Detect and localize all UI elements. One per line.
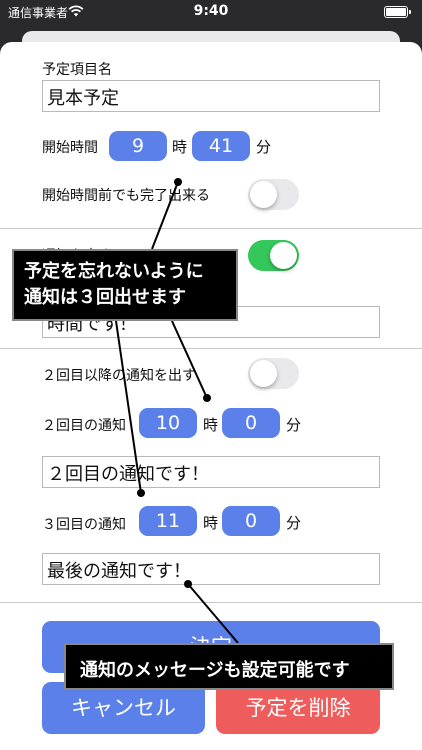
second-hour-field[interactable]: 10 [139,408,197,438]
hour-unit: 時 [203,416,219,434]
start-hour-field[interactable]: 9 [109,131,167,161]
second-minute-field[interactable]: 0 [222,408,280,438]
early-complete-toggle[interactable] [248,179,299,210]
third-message-field[interactable]: 最後の通知です！ [42,553,380,585]
early-complete-label: 開始時間前でも完了出来る [42,188,210,204]
clock: 9:40 [193,3,229,19]
name-field[interactable]: 見本予定 [42,80,380,112]
name-label: 予定項目名 [42,62,112,78]
second-message-field[interactable]: ２回目の通知です！ [42,456,380,488]
hour-unit: 時 [203,514,219,532]
hour-unit: 時 [172,138,188,156]
callout-line: 予定を忘れないように [24,261,204,282]
status-bar: 通信事業者 9:40 [0,0,422,24]
second-notify-label: ２回目の通知 [42,418,126,434]
message-callout: 通知のメッセージも設定可能です [64,643,394,690]
toggle-knob [250,360,277,387]
notification-callout: 予定を忘れないように 通知は３回出せます [12,249,238,321]
start-minute-field[interactable]: 41 [192,131,250,161]
start-time-label: 開始時間 [42,140,98,156]
divider [0,228,422,229]
third-minute-field[interactable]: 0 [222,506,280,536]
divider [0,602,422,603]
toggle-knob [250,181,277,208]
third-hour-field[interactable]: 11 [139,506,197,536]
repeat-notify-toggle[interactable] [248,358,299,389]
minute-unit: 分 [286,514,302,532]
notify-toggle[interactable] [248,240,299,271]
third-notify-label: ３回目の通知 [42,517,126,533]
repeat-notify-label: ２回目以降の通知を出す [42,368,196,384]
battery-icon [384,6,411,18]
toggle-knob [270,242,297,269]
minute-unit: 分 [256,138,272,156]
callout-line: 通知は３回出せます [24,287,186,308]
minute-unit: 分 [286,416,302,434]
divider [0,348,422,349]
